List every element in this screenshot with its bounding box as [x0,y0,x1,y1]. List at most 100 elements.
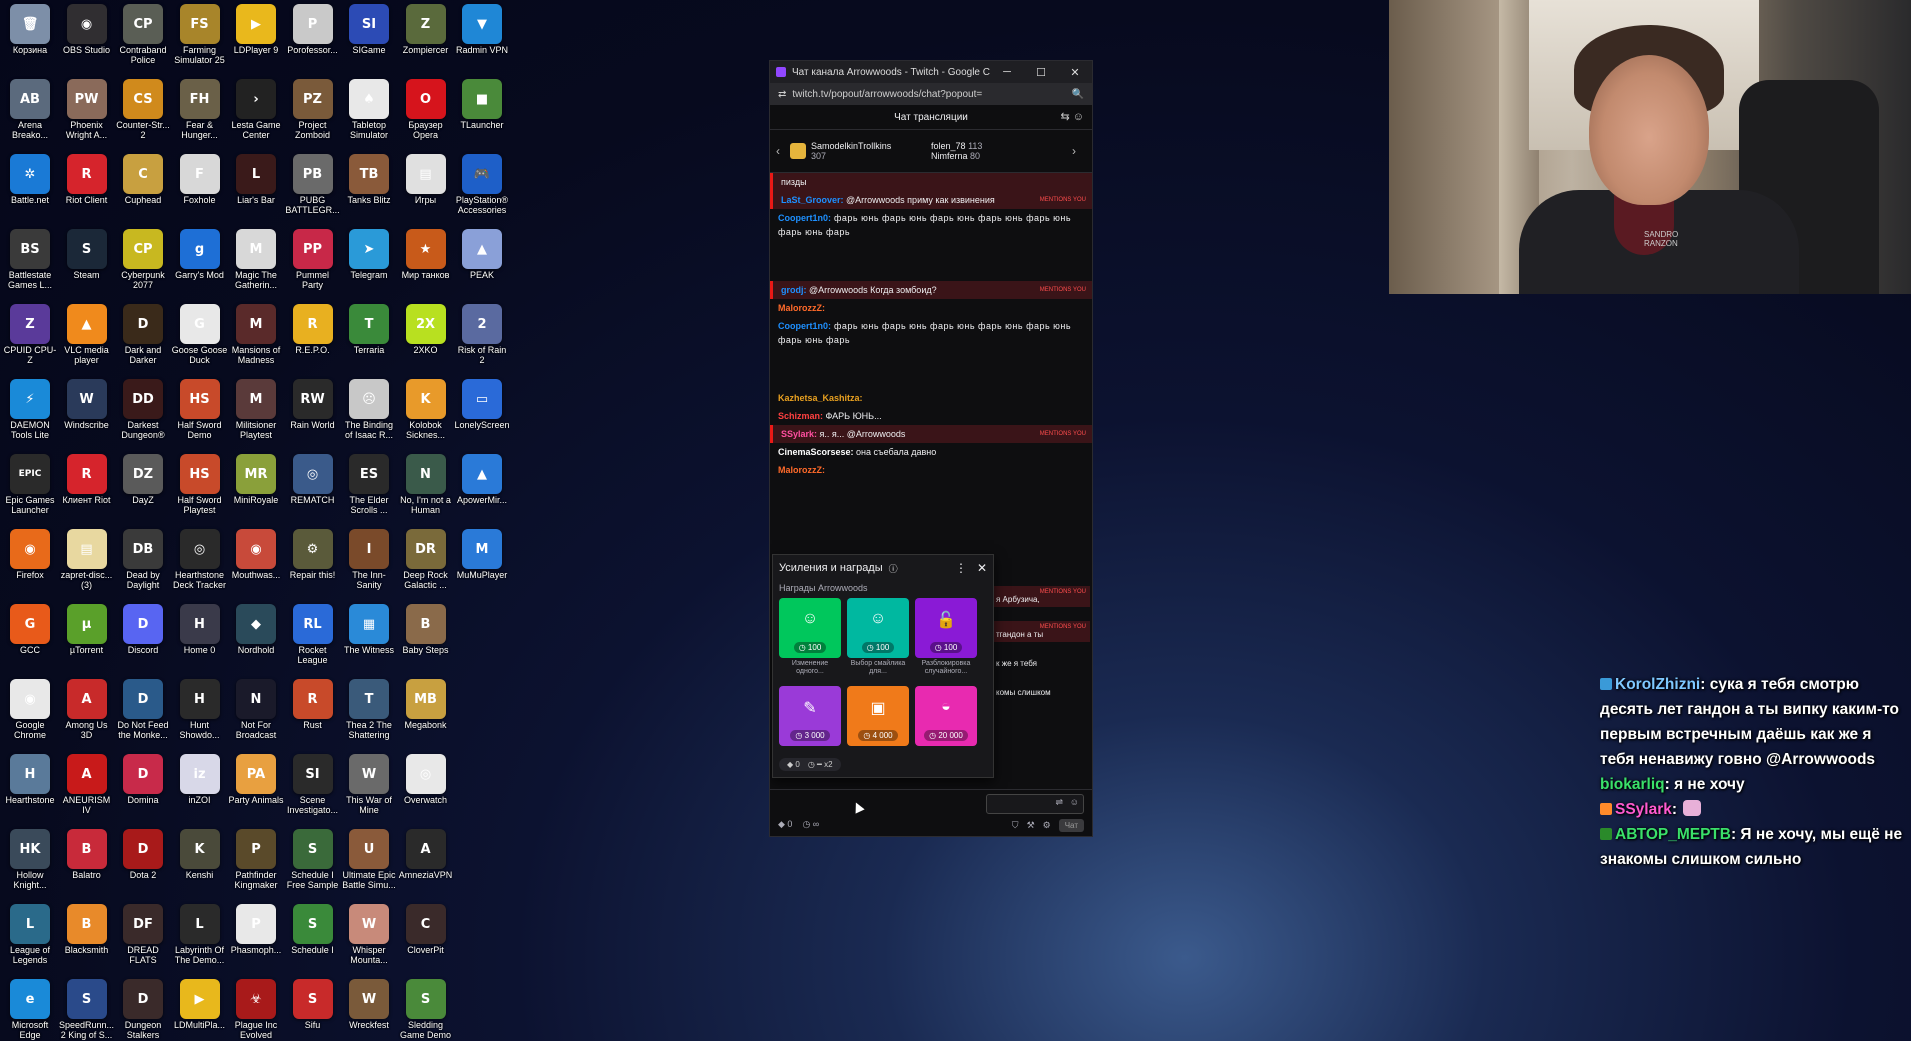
desktop-icon[interactable]: µ µTorrent [59,602,115,655]
desktop-icon[interactable]: F Foxhole [172,152,228,205]
desktop-icon[interactable]: Z CPUID CPU-Z [2,302,58,365]
desktop-icon[interactable]: W Wreckfest [341,977,397,1030]
desktop-icon[interactable]: A Among Us 3D [59,677,115,740]
desktop-icon[interactable]: iz inZOI [172,752,228,805]
reward-item[interactable]: ▣ ◷ 4 000 [847,686,909,746]
desktop-icon[interactable]: H Home 0 [172,602,228,655]
desktop-icon[interactable]: PP Pummel Party [285,227,341,290]
desktop-icon[interactable]: SI Scene Investigato... [285,752,341,815]
desktop-icon[interactable]: S SpeedRunn... 2 King of S... [59,977,115,1040]
desktop-icon[interactable]: ▭ LonelyScreen [454,377,510,430]
desktop-icon[interactable]: D Discord [115,602,171,655]
desktop-icon[interactable]: ☣ Plague Inc Evolved [228,977,284,1040]
desktop-icon[interactable]: HS Half Sword Demo [172,377,228,440]
chat-settings-icons[interactable]: ⇆ ☺ [1060,110,1084,123]
leaderboard-next-icon[interactable]: › [1072,144,1086,158]
reward-card[interactable]: ☺ ◷ 100 [847,598,909,658]
desktop-icon[interactable]: R R.E.P.O. [285,302,341,355]
desktop-icon[interactable]: N No, I'm not a Human [398,452,454,515]
desktop-icon[interactable]: M Magic The Gatherin... [228,227,284,290]
chat-message[interactable]: MalorozzZ: [770,299,1092,317]
desktop-icon[interactable]: O Браузер Opera [398,77,454,140]
desktop-icon[interactable]: B Balatro [59,827,115,880]
desktop-icon[interactable]: e Microsoft Edge [2,977,58,1040]
desktop-icon[interactable]: L Liar's Bar [228,152,284,205]
chat-message[interactable]: Coopert1n0: фарь юнь фарь юнь фарь юнь ф… [770,209,1092,281]
emote-icon[interactable]: ☺ [1070,797,1079,807]
shield-icon[interactable]: ⛉ [1012,820,1019,831]
desktop-icon[interactable]: H Hunt Showdo... [172,677,228,740]
desktop-icon[interactable]: R Клиент Riot [59,452,115,505]
chat-username[interactable]: Coopert1n0: [778,213,831,223]
desktop-icon[interactable]: PB PUBG BATTLEGR... [285,152,341,215]
maximize-button[interactable]: ☐ [1024,66,1058,79]
chat-message[interactable]: пизды [770,173,1092,191]
desktop-icon[interactable]: W Whisper Mounta... [341,902,397,965]
chat-username[interactable]: CinemaScorsese: [778,447,854,457]
desktop-icon[interactable]: W Windscribe [59,377,115,430]
chat-input[interactable]: ⇌ ☺ [986,794,1084,814]
chat-message[interactable]: Coopert1n0: фарь юнь фарь юнь фарь юнь ф… [770,317,1092,389]
desktop-icon[interactable]: I The Inn-Sanity [341,527,397,590]
desktop-icon[interactable]: MB Megabonk [398,677,454,730]
desktop-icon[interactable]: ▼ Radmin VPN [454,2,510,55]
reward-card[interactable]: ◒ ◷ 20 000 [915,686,977,746]
desktop-icon[interactable]: RL Rocket League [285,602,341,665]
desktop-icon[interactable]: PA Party Animals [228,752,284,805]
desktop-icon[interactable]: R Rust [285,677,341,730]
desktop-icon[interactable]: ■ TLauncher [454,77,510,130]
desktop-icon[interactable]: A AmneziaVPN [398,827,454,880]
desktop-icon[interactable]: L League of Legends [2,902,58,965]
desktop-icon[interactable]: ES The Elder Scrolls ... [341,452,397,515]
desktop-icon[interactable]: ◉ Mouthwas... [228,527,284,580]
desktop-icon[interactable]: CS Counter-Str... 2 [115,77,171,140]
desktop-icon[interactable]: CP Cyberpunk 2077 [115,227,171,290]
desktop-icon[interactable]: RW Rain World [285,377,341,430]
desktop-icon[interactable]: HK Hollow Knight... [2,827,58,890]
desktop-icon[interactable]: S Schedule I Free Sample [285,827,341,890]
desktop-icon[interactable]: ☹ The Binding of Isaac R... [341,377,397,440]
desktop-icon[interactable]: T Terraria [341,302,397,355]
desktop-icon[interactable]: S Steam [59,227,115,280]
desktop-icon[interactable]: 2X 2XKO [398,302,454,355]
leader-others[interactable]: folen_78 113 Nimferna 80 [931,141,1072,161]
desktop-icon[interactable]: D Dark and Darker [115,302,171,365]
chat-message[interactable]: CinemaScorsese: она съебала давно [770,443,1092,461]
desktop-icon[interactable]: ◆ Nordhold [228,602,284,655]
desktop-icon[interactable]: D Do Not Feed the Monke... [115,677,171,740]
desktop-icon[interactable]: K Kolobok Sicknes... [398,377,454,440]
desktop-icon[interactable]: ◉ Firefox [2,527,58,580]
desktop-icon[interactable]: P Porofessor... [285,2,341,55]
reward-item[interactable]: ☺ ◷ 100 Изменение одного... [779,598,841,678]
reward-item[interactable]: ☺ ◷ 100 Выбор смайлика для... [847,598,909,678]
desktop-icon[interactable]: DR Deep Rock Galactic ... [398,527,454,590]
reward-card[interactable]: ✎ ◷ 3 000 [779,686,841,746]
chat-username[interactable]: grodj: [781,285,807,295]
desktop-icon[interactable]: 🎮 PlayStation® Accessories [454,152,510,215]
desktop-icon[interactable]: A ANEURISM IV [59,752,115,815]
chat-username[interactable]: Kazhetsa_Kashitza: [778,393,863,403]
desktop-icon[interactable]: HS Half Sword Playtest [172,452,228,515]
desktop-icon[interactable]: P Phasmoph... [228,902,284,955]
desktop-icon[interactable]: DB Dead by Daylight [115,527,171,590]
desktop-icon[interactable]: Z Zompiercer [398,2,454,55]
desktop-icon[interactable]: SI SIGame [341,2,397,55]
desktop-icon[interactable]: S Sifu [285,977,341,1030]
desktop-icon[interactable]: G Goose Goose Duck [172,302,228,365]
points-bar[interactable]: ◆ 0 ◷ ━ x2 [779,758,841,771]
desktop-icon[interactable]: FS Farming Simulator 25 [172,2,228,65]
desktop-icon[interactable]: ▶ LDPlayer 9 [228,2,284,55]
desktop-icon[interactable]: U Ultimate Epic Battle Simu... [341,827,397,890]
minimize-button[interactable]: ─ [990,66,1024,78]
desktop-icon[interactable]: G GCC [2,602,58,655]
channel-points-row[interactable]: ◆ 0 ◷ ∞ [778,819,819,830]
desktop-icon[interactable]: D Dungeon Stalkers [115,977,171,1040]
desktop-icon[interactable]: ▤ Игры [398,152,454,205]
chat-username[interactable]: MalorozzZ: [778,303,825,313]
desktop-icon[interactable]: ⚙ Repair this! [285,527,341,580]
desktop-icon[interactable]: 2 Risk of Rain 2 [454,302,510,365]
reward-item[interactable]: ✎ ◷ 3 000 [779,686,841,746]
desktop-icon[interactable]: D Dota 2 [115,827,171,880]
desktop-icon[interactable]: g Garry's Mod [172,227,228,280]
desktop-icon[interactable]: P Pathfinder Kingmaker [228,827,284,890]
